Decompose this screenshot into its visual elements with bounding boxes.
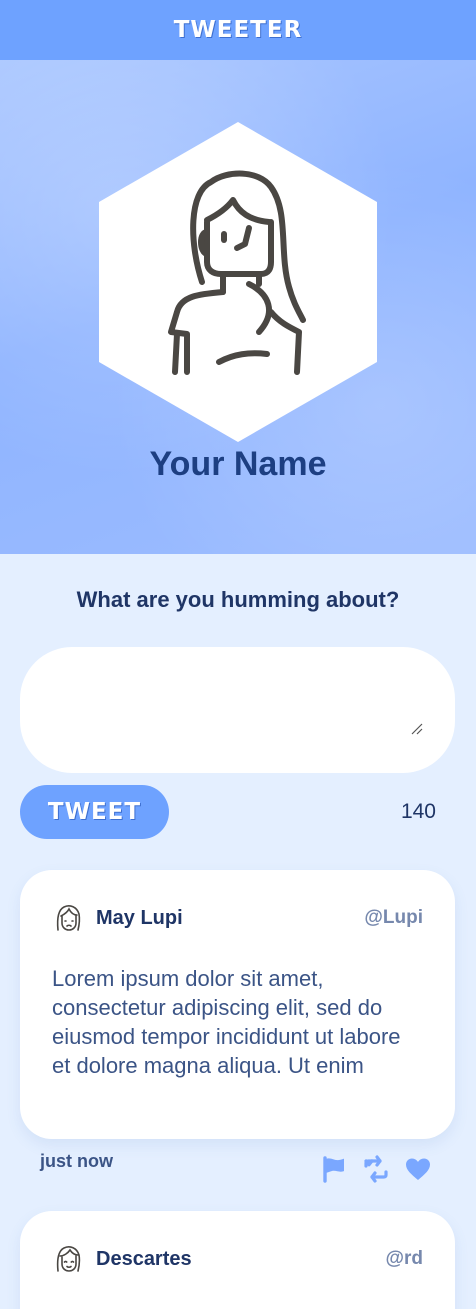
composer-prompt: What are you humming about?	[76, 587, 400, 612]
tweet-header: May Lupi @Lupi	[52, 902, 423, 934]
retweet-icon[interactable]	[362, 1155, 390, 1183]
tweet-input[interactable]	[20, 647, 455, 773]
heart-icon[interactable]	[404, 1155, 432, 1183]
flag-icon[interactable]	[320, 1155, 348, 1183]
profile-hero: Your Name	[0, 60, 476, 554]
tweet-handle[interactable]: @Lupi	[364, 907, 423, 929]
tweet-author: May Lupi	[96, 906, 183, 929]
tweet-card: May Lupi @Lupi Lorem ipsum dolor sit ame…	[20, 870, 455, 1139]
tweet-handle[interactable]: @rd	[385, 1248, 423, 1270]
tweet-card: Descartes @rd	[20, 1211, 455, 1309]
profile-name: Your Name	[149, 445, 327, 483]
tweet-body: Lorem ipsum dolor sit amet, consectetur …	[52, 966, 401, 1078]
woman-face-icon	[56, 1246, 81, 1272]
tweet-header: Descartes @rd	[52, 1243, 423, 1275]
tweet-actions	[320, 1155, 440, 1185]
hexagon-frame	[99, 122, 377, 442]
character-counter: 140	[400, 800, 436, 823]
tweet-composer	[20, 647, 455, 773]
top-bar: TWEETER	[0, 0, 476, 60]
app-title: TWEETER	[173, 17, 303, 43]
tweet-author: Descartes	[96, 1247, 192, 1270]
tweet-timestamp: just now	[40, 1151, 113, 1171]
profile-avatar	[99, 122, 377, 442]
woman-face-icon	[56, 905, 81, 931]
tweet-button[interactable]: TWEET	[20, 785, 169, 839]
